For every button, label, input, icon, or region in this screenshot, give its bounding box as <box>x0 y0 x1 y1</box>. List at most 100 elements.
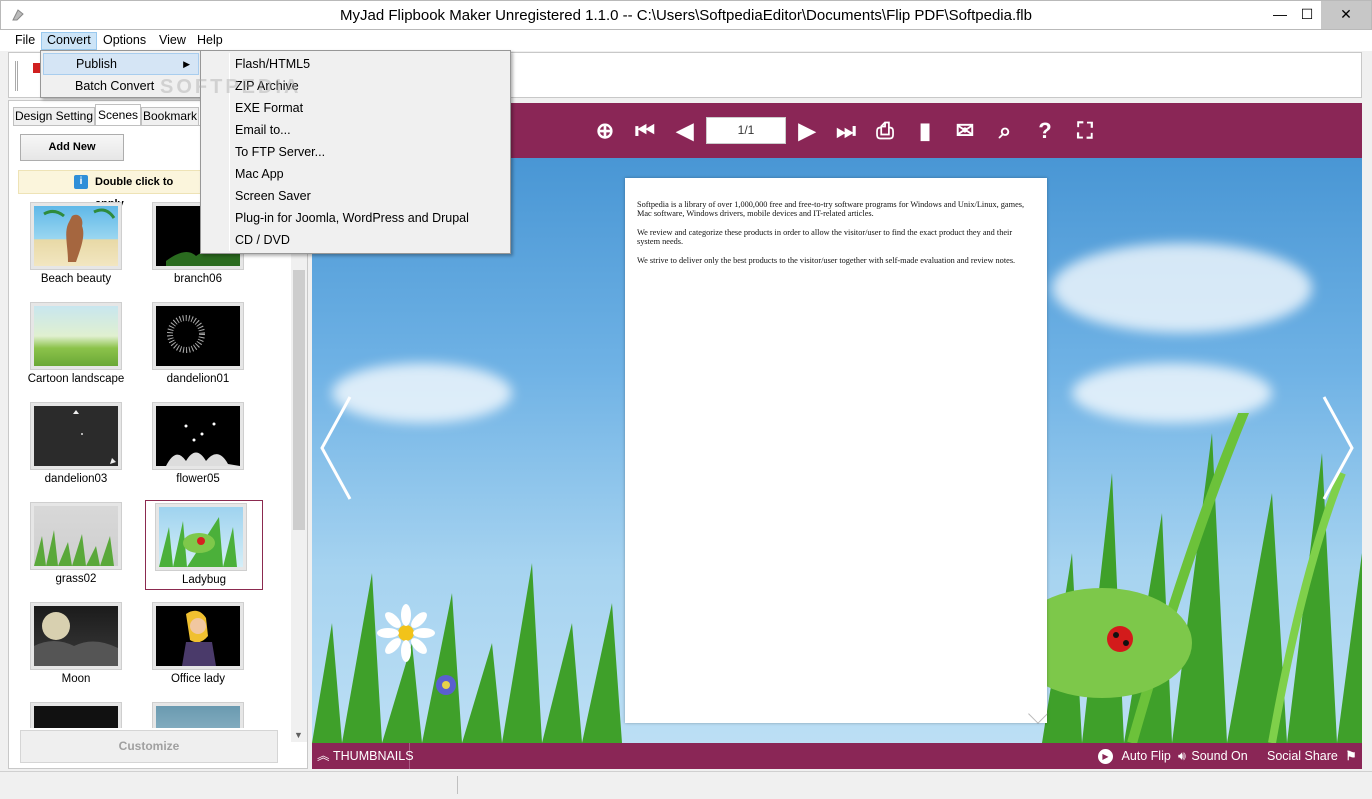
prev-flip-arrow-icon[interactable] <box>318 393 358 503</box>
ladybug-thumb-icon <box>159 507 243 567</box>
menu-item-mac-app[interactable]: Mac App <box>203 163 508 185</box>
scene-label: dandelion01 <box>166 373 230 385</box>
scene-item[interactable] <box>139 700 257 728</box>
office-lady-icon <box>182 610 216 666</box>
dandelion-icon <box>167 315 205 353</box>
add-new-button[interactable]: Add New <box>20 134 124 161</box>
scene-thumbnail <box>31 503 121 569</box>
menu-item-publish[interactable]: Publish ▶ <box>43 53 199 75</box>
chevron-up-icon: ︽ <box>317 749 330 763</box>
email-icon[interactable]: ✉ <box>952 119 978 143</box>
scene-thumbnail <box>153 403 243 469</box>
menu-view[interactable]: View <box>154 32 191 50</box>
first-page-icon[interactable]: ⏮ <box>632 119 658 143</box>
scene-label: branch06 <box>174 273 222 285</box>
page-number-input[interactable]: 1/1 <box>706 117 786 144</box>
next-flip-arrow-icon[interactable] <box>1316 393 1356 503</box>
speaker-icon: 🔊︎ <box>1178 749 1186 763</box>
sound-label: Sound On <box>1191 749 1248 763</box>
social-share-label: Social Share <box>1267 749 1338 763</box>
scene-item[interactable]: dandelion01 <box>139 300 257 390</box>
bookmark-icon[interactable]: ▮ <box>912 119 938 143</box>
thumbnails-label: THUMBNAILS <box>333 749 414 763</box>
prev-page-icon[interactable]: ◀ <box>672 119 698 143</box>
scene-thumbnail <box>31 703 121 728</box>
last-page-icon[interactable]: ⏭ <box>833 119 859 143</box>
menu-item-ftp[interactable]: To FTP Server... <box>203 141 508 163</box>
book-page[interactable]: Softpedia is a library of over 1,000,000… <box>625 178 1048 724</box>
grass-icon <box>34 530 114 566</box>
social-share-button[interactable]: Social Share ⚑ <box>1267 743 1357 769</box>
scene-grid: Beach beauty branch06 Cartoon landscape … <box>13 200 293 728</box>
menu-options[interactable]: Options <box>98 32 151 50</box>
beach-figure-icon <box>43 208 116 262</box>
scene-item[interactable]: dandelion03 <box>17 400 135 490</box>
fullscreen-icon[interactable]: ⛶ <box>1072 119 1098 143</box>
scene-thumbnail <box>31 303 121 369</box>
scene-item[interactable]: Beach beauty <box>17 200 135 290</box>
scene-scrollbar[interactable]: ▼ <box>291 200 307 742</box>
moon-icon <box>34 612 118 666</box>
status-bar <box>0 771 1372 799</box>
menu-convert[interactable]: Convert <box>41 32 97 50</box>
window-title: MyJad Flipbook Maker Unregistered 1.1.0 … <box>340 7 1032 24</box>
scene-item[interactable]: flower05 <box>139 400 257 490</box>
menu-item-screen-saver[interactable]: Screen Saver <box>203 185 508 207</box>
scene-label: grass02 <box>55 573 97 585</box>
play-icon: ▶ <box>1098 749 1113 765</box>
auto-flip-label: Auto Flip <box>1121 749 1171 763</box>
zoom-in-icon[interactable]: ⊕ <box>592 119 618 143</box>
hint-bar: i Double click to apply <box>18 170 203 210</box>
scene-label: Cartoon landscape <box>27 373 125 385</box>
scene-label: flower05 <box>176 473 220 485</box>
publish-label: Publish <box>76 57 117 71</box>
submenu-arrow-icon: ▶ <box>183 59 190 69</box>
scene-item-selected[interactable]: Ladybug <box>145 500 263 590</box>
menu-item-flash-html5[interactable]: Flash/HTML5 <box>203 53 508 75</box>
menu-item-email[interactable]: Email to... <box>203 119 508 141</box>
info-icon: i <box>74 175 88 189</box>
scrollbar-thumb[interactable] <box>293 270 305 530</box>
viewer-bottom-bar: ︽ THUMBNAILS ▶ Auto Flip 🔊︎ Sound On Soc… <box>312 743 1362 769</box>
tab-design-setting[interactable]: Design Setting <box>13 107 95 126</box>
next-page-icon[interactable]: ▶ <box>794 119 820 143</box>
close-button[interactable]: ✕ <box>1321 1 1371 29</box>
title-bar: MyJad Flipbook Maker Unregistered 1.1.0 … <box>0 0 1372 30</box>
scene-thumbnail <box>153 703 243 728</box>
seed-icon <box>73 410 116 464</box>
toolbar-grip[interactable] <box>15 61 18 91</box>
scene-thumbnail <box>153 303 243 369</box>
scene-item[interactable]: Cartoon landscape <box>17 300 135 390</box>
search-icon[interactable]: ⌕ <box>992 119 1018 143</box>
scene-item[interactable] <box>17 700 135 728</box>
menu-file[interactable]: File <box>10 32 40 50</box>
tab-bookmark[interactable]: Bookmark <box>141 107 199 126</box>
help-icon[interactable]: ? <box>1032 119 1058 143</box>
print-icon[interactable]: ⎙ <box>872 119 898 143</box>
scene-thumbnail <box>31 403 121 469</box>
menu-item-cd-dvd[interactable]: CD / DVD <box>203 229 508 251</box>
tab-scenes[interactable]: Scenes <box>95 104 141 126</box>
scene-label: Beach beauty <box>40 273 112 285</box>
scroll-down-icon[interactable]: ▼ <box>294 730 303 740</box>
scene-item[interactable]: grass02 <box>17 500 135 590</box>
page-curl-icon[interactable] <box>1028 704 1048 724</box>
scene-item[interactable]: Office lady <box>139 600 257 690</box>
scene-thumbnail <box>31 603 121 669</box>
scene-label: dandelion03 <box>44 473 108 485</box>
share-people-icon: ⚑ <box>1345 749 1357 763</box>
scene-item[interactable]: Moon <box>17 600 135 690</box>
menu-item-plugin[interactable]: Plug-in for Joomla, WordPress and Drupal <box>203 207 508 229</box>
thumbnails-button[interactable]: ︽ THUMBNAILS <box>312 743 414 769</box>
scene-thumbnail <box>153 603 243 669</box>
customize-button[interactable]: Customize <box>20 730 278 763</box>
scene-label: Moon <box>61 673 91 685</box>
menu-item-exe-format[interactable]: EXE Format <box>203 97 508 119</box>
menu-bar: File Convert Options View Help <box>0 30 1372 51</box>
auto-flip-button[interactable]: ▶ Auto Flip <box>1098 743 1171 769</box>
scene-label: Ladybug <box>181 574 227 586</box>
menu-help[interactable]: Help <box>192 32 228 50</box>
scene-thumbnail <box>156 504 246 570</box>
sound-button[interactable]: 🔊︎ Sound On <box>1178 743 1248 769</box>
page-paragraph: We review and categorize these products … <box>637 228 1013 246</box>
